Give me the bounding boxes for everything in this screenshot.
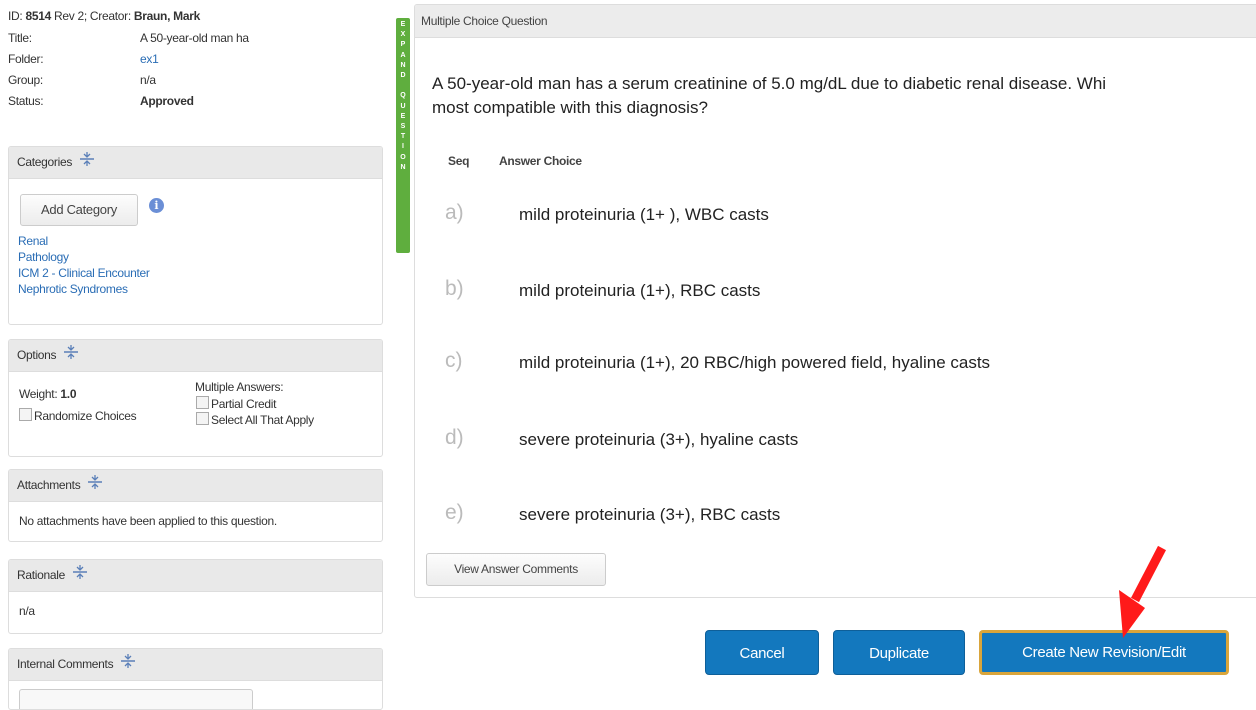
cancel-button[interactable]: Cancel <box>705 630 819 675</box>
id-label: ID: <box>8 9 26 23</box>
title-label: Title: <box>8 31 32 45</box>
partial-credit-label: Partial Credit <box>211 397 277 411</box>
multiple-answers-label: Multiple Answers: <box>195 380 284 394</box>
internal-comments-panel: Internal Comments <box>8 648 383 710</box>
weight-label: Weight: <box>19 387 61 401</box>
group-row: Group: n/a <box>8 70 380 91</box>
randomize-choices-option[interactable]: Randomize Choices <box>19 408 137 423</box>
status-value: Approved <box>140 94 194 108</box>
categories-title: Categories <box>17 155 73 169</box>
weight-line: Weight: 1.0 <box>19 387 76 401</box>
title-value: A 50-year-old man ha <box>140 31 249 45</box>
question-stem-line2: most compatible with this diagnosis? <box>432 98 708 117</box>
question-stem-line1: A 50-year-old man has a serum creatinine… <box>432 74 1107 93</box>
creator-value: Braun, Mark <box>133 9 200 23</box>
options-panel: Options Weight: 1.0 Randomize Choices Mu… <box>8 339 383 457</box>
choice-text: mild proteinuria (1+ ), WBC casts <box>519 205 769 224</box>
partial-credit-checkbox[interactable] <box>196 396 209 409</box>
seq-column-header: Seq <box>448 154 470 168</box>
group-label: Group: <box>8 73 43 87</box>
category-list: Renal Pathology ICM 2 - Clinical Encount… <box>18 233 150 297</box>
id-line: ID: 8514 Rev 2; Creator: Braun, Mark <box>8 8 380 28</box>
choice-letter: e) <box>445 501 464 524</box>
collapse-icon[interactable] <box>120 649 136 680</box>
weight-value: 1.0 <box>60 387 77 401</box>
categories-header[interactable]: Categories <box>9 147 382 179</box>
partial-credit-option[interactable]: Partial Credit <box>196 396 276 411</box>
add-category-button[interactable]: Add Category <box>20 194 138 226</box>
randomize-checkbox[interactable] <box>19 408 32 421</box>
choice-text: mild proteinuria (1+), 20 RBC/high power… <box>519 353 991 372</box>
status-row: Status: Approved <box>8 91 380 112</box>
red-arrow-annotation <box>1119 545 1166 638</box>
options-title: Options <box>17 348 57 362</box>
rev-label: Rev 2 <box>50 9 84 23</box>
choice-letter: a) <box>445 201 464 224</box>
group-value: n/a <box>140 73 156 87</box>
category-item[interactable]: Renal <box>18 233 150 249</box>
id-value: 8514 <box>25 9 51 23</box>
categories-panel: Categories Add Category i Renal Patholog… <box>8 146 383 325</box>
category-item[interactable]: Pathology <box>18 249 150 265</box>
select-all-checkbox[interactable] <box>196 412 209 425</box>
choice-letter: c) <box>445 349 463 372</box>
category-item[interactable]: ICM 2 - Clinical Encounter <box>18 265 150 281</box>
attachments-panel: Attachments No attachments have been app… <box>8 469 383 542</box>
options-header[interactable]: Options <box>9 340 382 372</box>
select-all-option[interactable]: Select All That Apply <box>196 412 314 427</box>
question-panel-header: Multiple Choice Question <box>415 5 1256 38</box>
question-info: ID: 8514 Rev 2; Creator: Braun, Mark Tit… <box>8 8 380 112</box>
question-panel: Multiple Choice Question A 50-year-old m… <box>414 4 1256 598</box>
status-label: Status: <box>8 94 44 108</box>
choice-text: severe proteinuria (3+), RBC casts <box>519 505 781 524</box>
randomize-label: Randomize Choices <box>34 409 137 423</box>
internal-comments-button[interactable] <box>19 689 253 709</box>
select-all-label: Select All That Apply <box>211 413 314 427</box>
collapse-icon[interactable] <box>72 560 88 591</box>
expand-question-text: EXPAND QUESTION <box>400 21 406 171</box>
attachments-header[interactable]: Attachments <box>9 470 382 502</box>
choice-letter: d) <box>445 426 464 449</box>
title-row: Title: A 50-year-old man ha <box>8 28 380 49</box>
rationale-title: Rationale <box>17 568 66 582</box>
info-icon[interactable]: i <box>149 198 164 213</box>
attachments-text: No attachments have been applied to this… <box>19 514 277 528</box>
expand-question-bar[interactable]: EXPAND QUESTION <box>396 18 410 253</box>
rationale-text: n/a <box>19 604 35 618</box>
collapse-icon[interactable] <box>79 147 95 178</box>
internal-comments-header[interactable]: Internal Comments <box>9 649 382 681</box>
answer-choice-column-header: Answer Choice <box>499 154 582 168</box>
folder-link[interactable]: ex1 <box>140 49 159 70</box>
question-stem: A 50-year-old man has a serum creatinine… <box>432 72 1256 120</box>
internal-comments-title: Internal Comments <box>17 657 114 671</box>
duplicate-button[interactable]: Duplicate <box>833 630 965 675</box>
folder-label: Folder: <box>8 52 44 66</box>
rationale-panel: Rationale n/a <box>8 559 383 634</box>
rationale-header[interactable]: Rationale <box>9 560 382 592</box>
choice-text: mild proteinuria (1+), RBC casts <box>519 281 761 300</box>
attachments-title: Attachments <box>17 478 81 492</box>
collapse-icon[interactable] <box>87 470 103 501</box>
folder-row: Folder: ex1 <box>8 49 380 70</box>
collapse-icon[interactable] <box>63 340 79 371</box>
choice-letter: b) <box>445 277 464 300</box>
view-answer-comments-button[interactable]: View Answer Comments <box>426 553 606 586</box>
category-item[interactable]: Nephrotic Syndromes <box>18 281 150 297</box>
creator-label: ; Creator: <box>83 9 134 23</box>
choice-text: severe proteinuria (3+), hyaline casts <box>519 430 799 449</box>
